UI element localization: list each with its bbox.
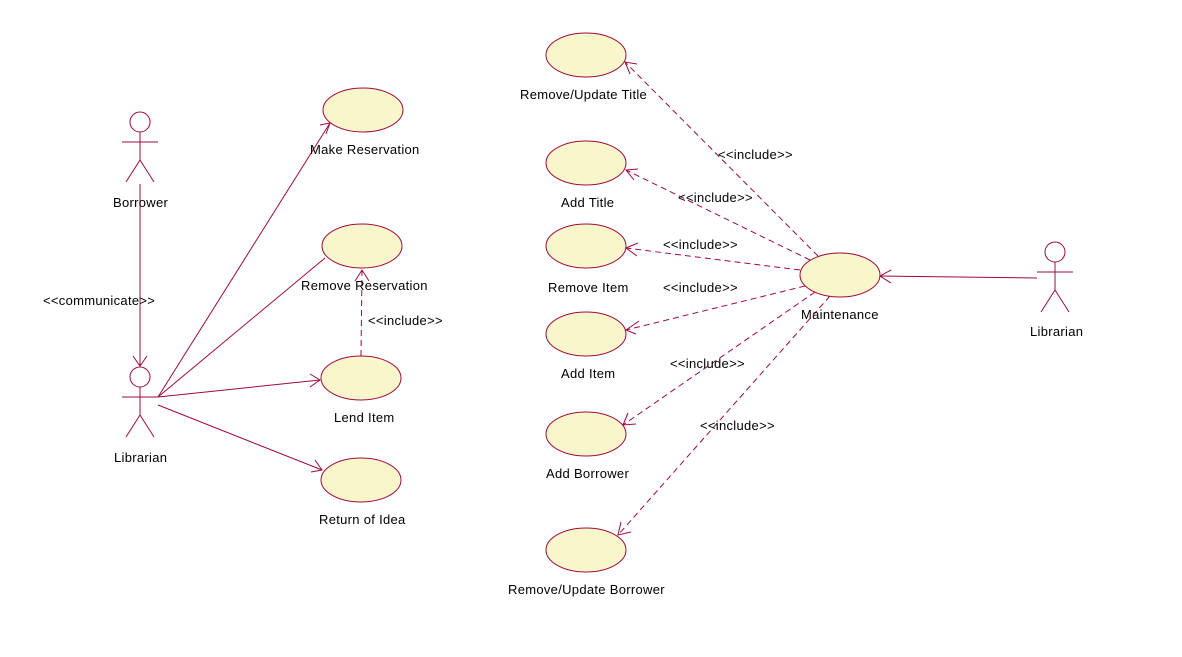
uc-label: Maintenance	[801, 307, 879, 322]
assoc-librarian-make-reservation	[158, 123, 330, 397]
use-case-remove-update-title	[546, 33, 626, 77]
use-case-remove-reservation	[322, 224, 402, 268]
uc-label: Remove Item	[548, 280, 629, 295]
uc-label: Add Item	[561, 366, 615, 381]
stereotype-include: <<include>>	[700, 418, 775, 433]
use-case-lend-item	[321, 356, 401, 400]
use-case-add-borrower	[546, 412, 626, 456]
stereotype-include: <<include>>	[670, 356, 745, 371]
actor-librarian-right	[1037, 242, 1073, 312]
actor-label: Librarian	[114, 450, 167, 465]
stereotype-include: <<include>>	[663, 280, 738, 295]
uc-label: Return of Idea	[319, 512, 406, 527]
use-case-maintenance	[800, 253, 880, 297]
actor-librarian-left	[122, 367, 158, 437]
assoc-librarian-lend-item	[158, 380, 320, 397]
stereotype-include: <<include>>	[678, 190, 753, 205]
use-case-add-title	[546, 141, 626, 185]
stereotype-include: <<include>>	[663, 237, 738, 252]
stereotype-include: <<include>>	[368, 313, 443, 328]
assoc-librarian-return-of-idea	[158, 405, 322, 470]
uc-label: Add Borrower	[546, 466, 629, 481]
dep-maint-remove-update-borrower	[618, 296, 830, 535]
use-case-remove-update-borrower	[546, 528, 626, 572]
use-case-remove-item	[546, 224, 626, 268]
stereotype-communicate: <<communicate>>	[43, 293, 155, 308]
actor-label: Librarian	[1030, 324, 1083, 339]
uc-label: Lend Item	[334, 410, 395, 425]
uc-label: Remove/Update Borrower	[508, 582, 665, 597]
actor-borrower	[122, 112, 158, 182]
actor-label: Borrower	[113, 195, 168, 210]
uc-label: Make Reservation	[310, 142, 420, 157]
uc-label: Add Title	[561, 195, 614, 210]
assoc-librarian-right-maintenance	[880, 276, 1037, 278]
use-case-return-of-idea	[321, 458, 401, 502]
uc-label: Remove/Update Title	[520, 87, 647, 102]
assoc-librarian-remove-reservation	[158, 258, 325, 397]
use-case-add-item	[546, 312, 626, 356]
stereotype-include: <<include>>	[718, 147, 793, 162]
use-case-make-reservation	[323, 88, 403, 132]
uc-label: Remove Reservation	[301, 278, 428, 293]
